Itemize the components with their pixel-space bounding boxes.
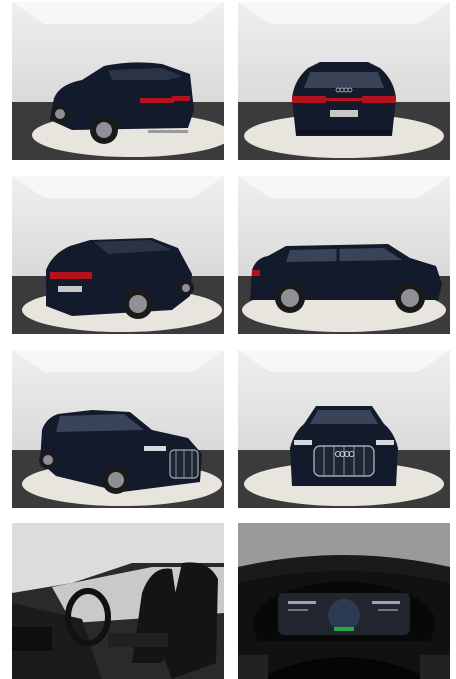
photo-6-image bbox=[238, 350, 450, 508]
photo-2-image bbox=[238, 2, 450, 160]
photo-5-image bbox=[12, 350, 224, 508]
photo-1-image bbox=[12, 2, 224, 160]
gallery-photo-3[interactable] bbox=[12, 176, 224, 334]
photo-3-image bbox=[12, 176, 224, 334]
photo-4-image bbox=[238, 176, 450, 334]
gallery-photo-4[interactable] bbox=[238, 176, 450, 334]
gallery-photo-7[interactable] bbox=[12, 523, 224, 679]
gallery-photo-6[interactable] bbox=[238, 350, 450, 508]
gallery-photo-5[interactable] bbox=[12, 350, 224, 508]
gallery-photo-8[interactable] bbox=[238, 523, 450, 679]
gallery-photo-1[interactable] bbox=[12, 2, 224, 160]
photo-7-image bbox=[12, 523, 224, 679]
gallery-photo-2[interactable] bbox=[238, 2, 450, 160]
photo-gallery-grid bbox=[0, 0, 456, 679]
photo-8-image bbox=[238, 523, 450, 679]
